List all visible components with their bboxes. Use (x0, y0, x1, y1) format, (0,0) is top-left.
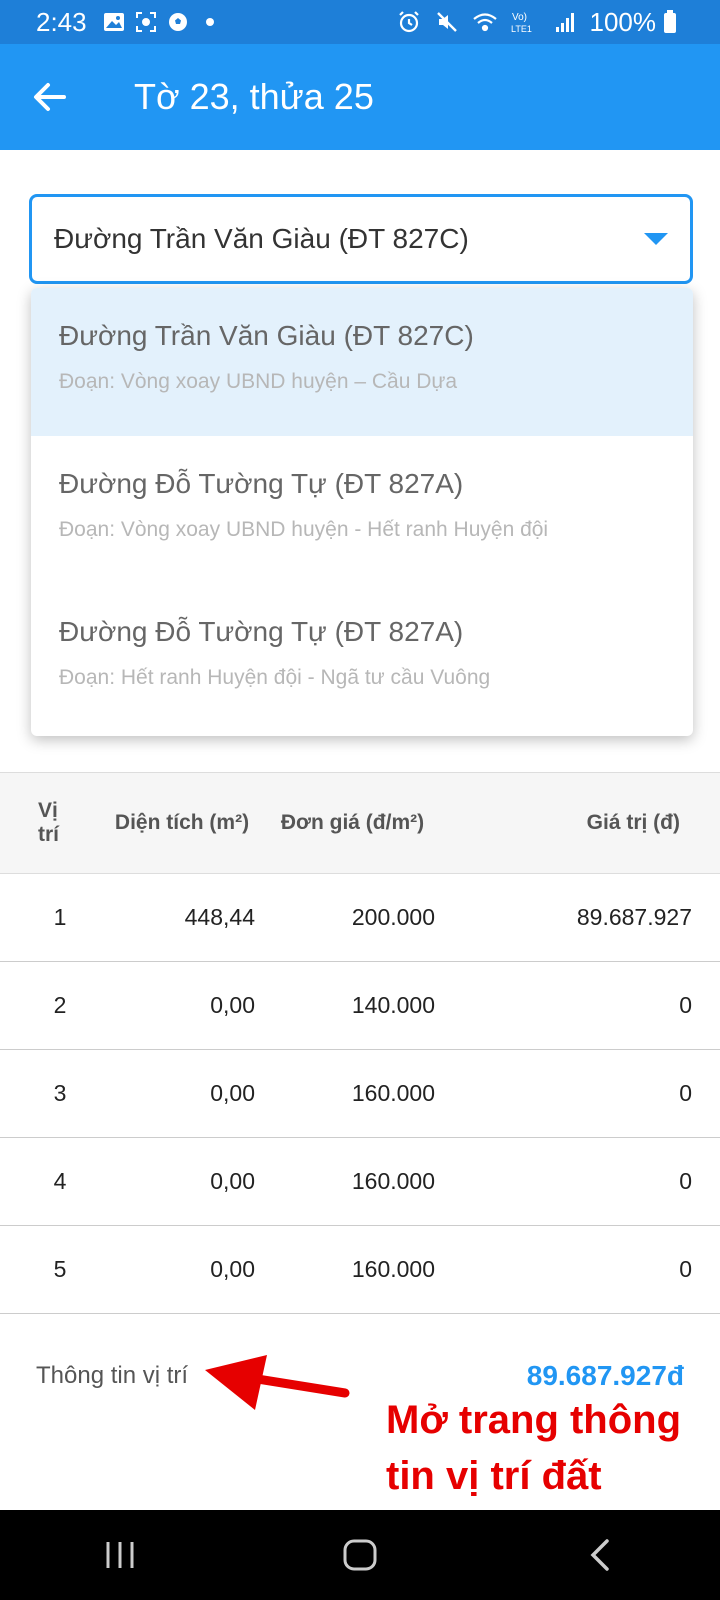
cell-value: 89.687.927 (576, 904, 692, 930)
road-select-value: Đường Trần Văn Giàu (ĐT 827C) (54, 223, 469, 254)
total-value: 89.687.927đ (526, 1360, 684, 1391)
notification-dot-icon (197, 9, 223, 35)
battery-icon (662, 9, 678, 35)
screenshot-icon (133, 9, 159, 35)
cell-value: 0 (679, 1256, 692, 1282)
cell-area: 0,00 (210, 1168, 255, 1194)
cell-area: 0,00 (210, 992, 255, 1018)
option-segment: Đoạn: Hết ranh Huyện đội - Ngã tư cầu Vu… (59, 666, 491, 689)
status-bar: 2:43 Vo) LTE1 100% (0, 0, 720, 44)
page-title: Tờ 23, thửa 25 (134, 76, 374, 117)
lte-label: LTE1 (511, 24, 532, 34)
header-area: Diện tích (m²) (114, 811, 250, 834)
cell-position: 1 (53, 904, 67, 930)
header-position: Vị trí (38, 799, 59, 846)
svg-text:Vo): Vo) (512, 12, 527, 23)
location-info-link[interactable]: Thông tin vị trí (36, 1362, 188, 1390)
system-nav-bar (0, 1510, 720, 1600)
gallery-icon (101, 9, 127, 35)
cell-unit-price: 160.000 (351, 1080, 435, 1106)
battery-percent: 100% (589, 6, 657, 37)
arrow-left-icon (34, 83, 66, 111)
table-row: 4 0,00 160.000 0 (0, 1138, 720, 1226)
table-row: 3 0,00 160.000 0 (0, 1050, 720, 1138)
road-select[interactable]: Đường Trần Văn Giàu (ĐT 827C) (29, 194, 693, 284)
table-row: 2 0,00 140.000 0 (0, 962, 720, 1050)
cell-value: 0 (679, 1168, 692, 1194)
cell-signal-icon (552, 9, 578, 35)
cell-unit-price: 160.000 (351, 1168, 435, 1194)
alarm-icon (396, 9, 422, 35)
header-value: Giá trị (đ) (586, 811, 680, 834)
cell-area: 0,00 (210, 1080, 255, 1106)
cell-area: 448,44 (184, 904, 255, 930)
option-segment: Đoạn: Vòng xoay UBND huyện - Hết ranh Hu… (59, 518, 549, 541)
cell-unit-price: 160.000 (351, 1256, 435, 1282)
home-button[interactable] (320, 1525, 400, 1585)
dropdown-option[interactable]: Đường Trần Văn Giàu (ĐT 827C) Đoạn: Vòng… (31, 288, 693, 436)
table-row: 1 448,44 200.000 89.687.927 (0, 874, 720, 962)
recent-apps-button[interactable] (80, 1525, 160, 1585)
cell-position: 4 (53, 1168, 67, 1194)
option-title: Đường Đỗ Tường Tự (ĐT 827A) (59, 468, 464, 499)
dropdown-option[interactable]: Đường Đỗ Tường Tự (ĐT 827A) Đoạn: Hết ra… (31, 584, 693, 732)
cell-position: 2 (53, 992, 67, 1018)
volte-signal-icon: Vo) LTE1 (510, 9, 540, 35)
wifi-icon (472, 9, 498, 35)
option-title: Đường Trần Văn Giàu (ĐT 827C) (59, 320, 474, 351)
cell-position: 3 (53, 1080, 67, 1106)
dropdown-option[interactable]: Đường Đỗ Tường Tự (ĐT 827A) Đoạn: Vòng x… (31, 436, 693, 584)
cell-unit-price: 140.000 (351, 992, 435, 1018)
cell-area: 0,00 (210, 1256, 255, 1282)
app-bar: Tờ 23, thửa 25 (0, 44, 720, 150)
home-icon (343, 1539, 377, 1571)
annotation-text: Mở trang thông tin vị trí đất (386, 1398, 682, 1498)
cell-position: 5 (53, 1256, 67, 1282)
option-title: Đường Đỗ Tường Tự (ĐT 827A) (59, 616, 464, 647)
back-nav-button[interactable] (560, 1525, 640, 1585)
caret-down-icon (644, 233, 668, 245)
table-header: Vị trí Diện tích (m²) Đơn giá (đ/m²) Giá… (0, 772, 720, 874)
recent-apps-icon (106, 1542, 134, 1568)
soccer-ball-icon (165, 9, 191, 35)
header-unit-price: Đơn giá (đ/m²) (280, 811, 425, 834)
annotation-arrow-icon (205, 1355, 350, 1410)
road-dropdown-list: Đường Trần Văn Giàu (ĐT 827C) Đoạn: Vòng… (31, 288, 693, 736)
table-row: 5 0,00 160.000 0 (0, 1226, 720, 1314)
cell-value: 0 (679, 992, 692, 1018)
cell-value: 0 (679, 1080, 692, 1106)
back-button[interactable] (0, 44, 100, 150)
option-segment: Đoạn: Vòng xoay UBND huyện – Cầu Dựa (59, 370, 458, 393)
price-table: Vị trí Diện tích (m²) Đơn giá (đ/m²) Giá… (0, 772, 720, 1314)
mute-icon (434, 9, 460, 35)
chevron-left-icon (590, 1539, 609, 1571)
cell-unit-price: 200.000 (351, 904, 435, 930)
status-time: 2:43 (36, 6, 87, 37)
